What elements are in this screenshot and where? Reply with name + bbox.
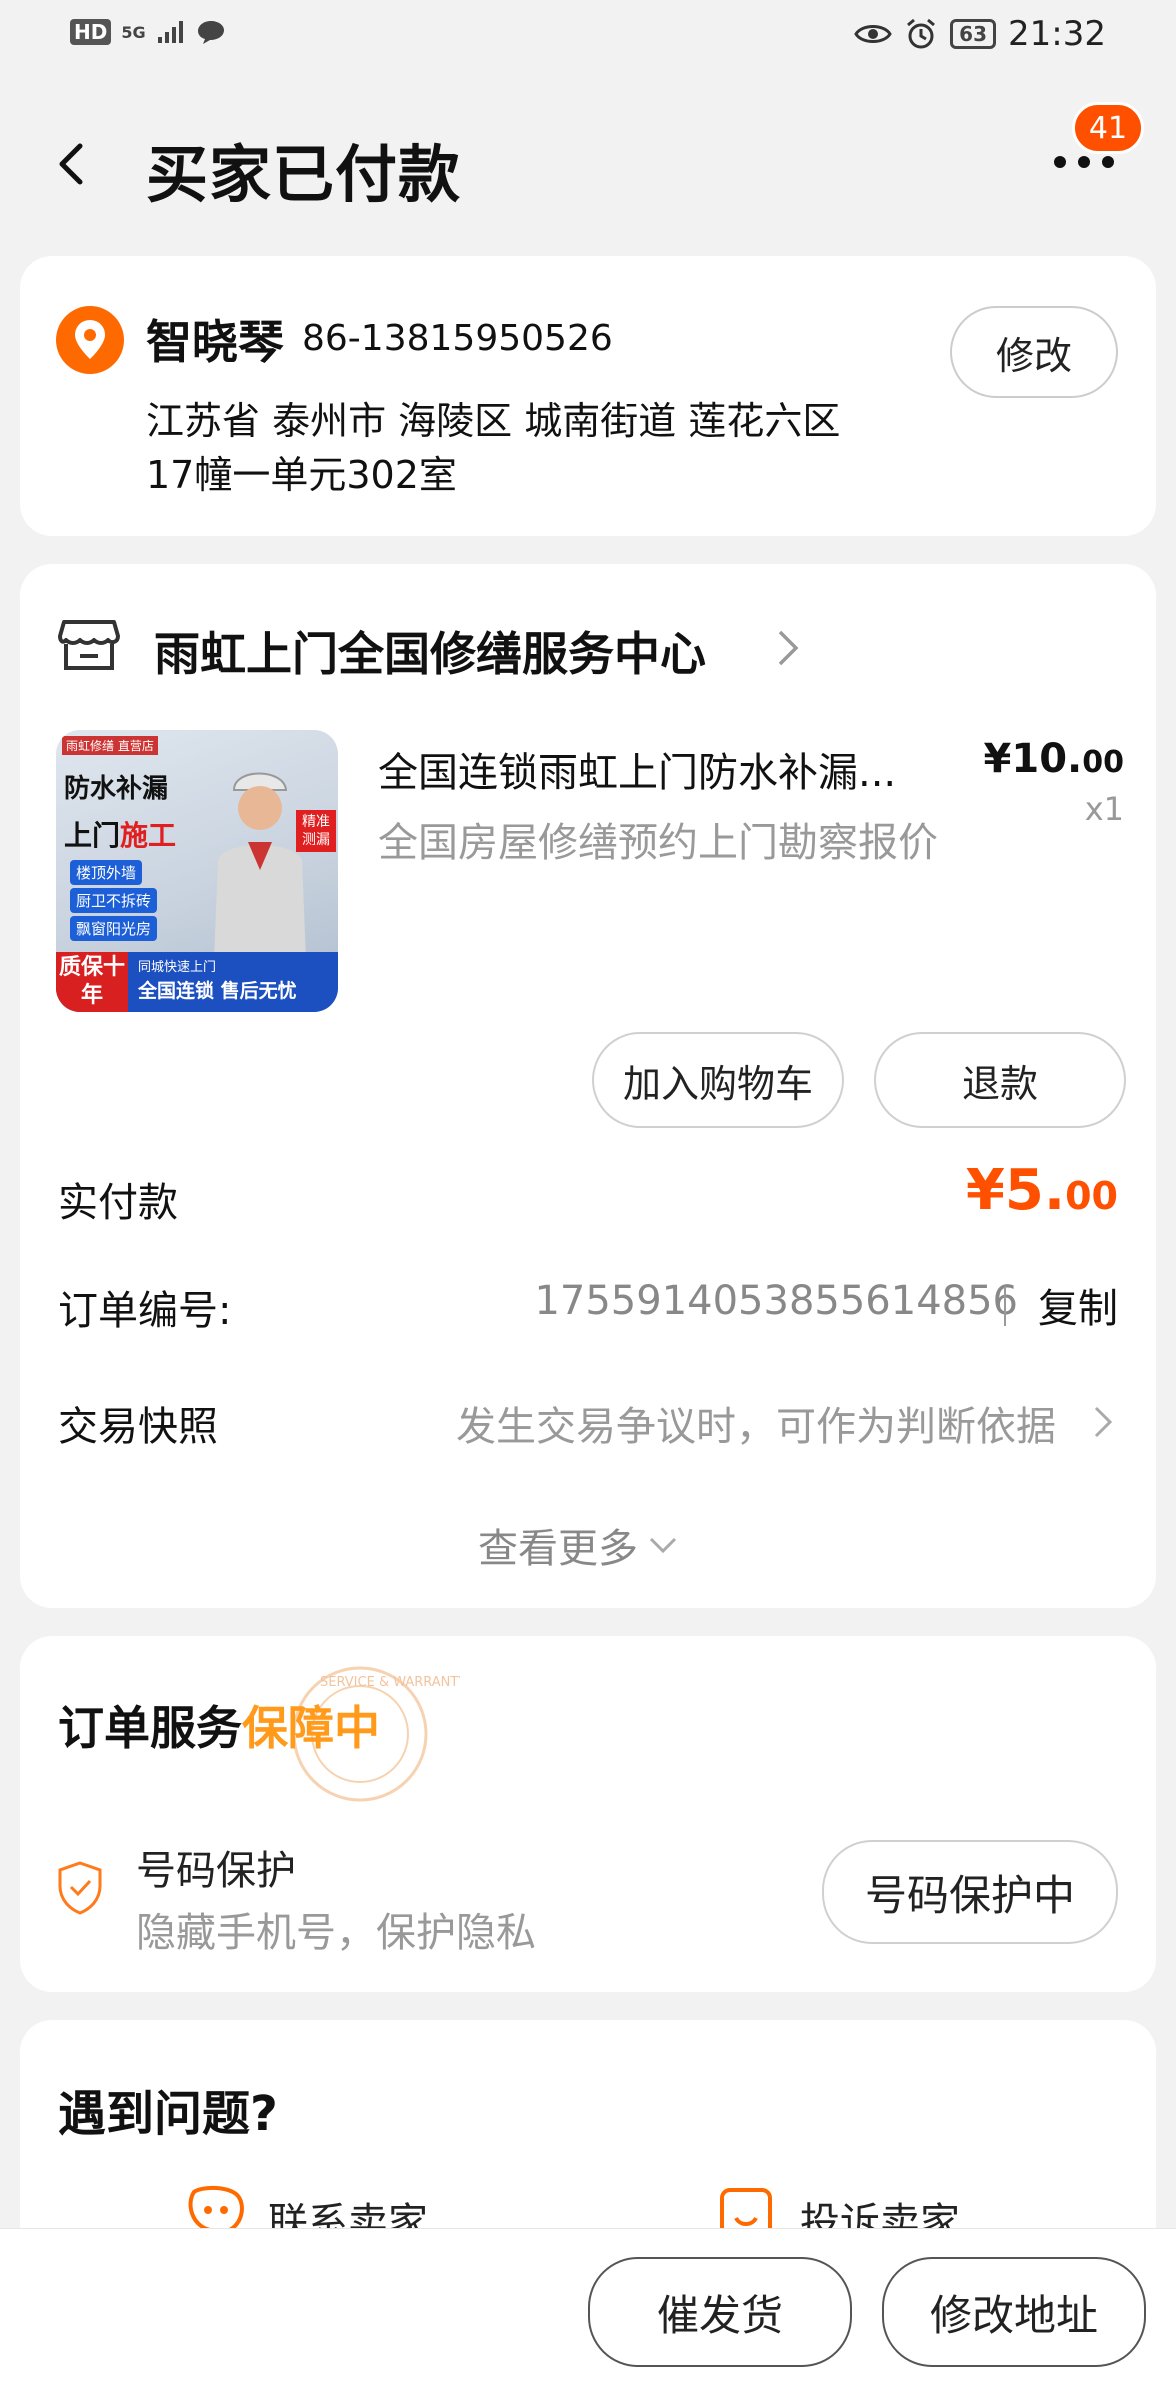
shop-name[interactable]: 雨虹上门全国修缮服务中心 [154, 618, 706, 684]
signal-icon [157, 21, 183, 43]
product-title[interactable]: 全国连锁雨虹上门防水补漏... [378, 740, 978, 798]
status-right: 63 21:32 [854, 14, 1106, 54]
image-tag: 厨卫不拆砖 [70, 888, 158, 913]
help-title: 遇到问题? [58, 2086, 278, 2142]
product-quantity: x1 [1084, 790, 1124, 828]
location-pin-icon [56, 306, 124, 374]
network-indicator: 5G [121, 22, 146, 42]
eye-icon [854, 25, 892, 43]
chevron-right-icon[interactable] [1092, 1404, 1114, 1440]
paid-label: 实付款 [58, 1180, 178, 1226]
image-top-label: 雨虹修缮 直营店 [62, 736, 158, 755]
order-card: 雨虹上门全国修缮服务中心 雨虹修缮 直营店 防水补漏 上门施工 楼顶外墙 厨卫不… [20, 564, 1156, 1608]
back-arrow-icon[interactable] [52, 140, 88, 188]
page-title: 买家已付款 [146, 138, 462, 211]
product-price: ¥10.00 [983, 736, 1124, 782]
snapshot-label[interactable]: 交易快照 [58, 1394, 218, 1452]
snapshot-hint[interactable]: 发生交易争议时，可作为判断依据 [456, 1394, 1056, 1452]
battery-indicator: 63 [950, 19, 997, 49]
alarm-icon [907, 18, 936, 49]
product-subtitle: 全国房屋修缮预约上门勘察报价 [378, 820, 938, 866]
number-protection-button[interactable]: 号码保护中 [822, 1840, 1118, 1944]
refund-button[interactable]: 退款 [874, 1032, 1126, 1128]
paid-amount: ¥5.00 [965, 1158, 1118, 1223]
image-headline-1: 防水补漏 [64, 774, 169, 804]
copy-order-number-button[interactable]: 复制 [1038, 1276, 1118, 1334]
clock: 21:32 [1008, 14, 1106, 54]
view-more-link[interactable]: 查看更多 [478, 1516, 678, 1574]
status-left: HD 5G [70, 18, 226, 46]
shield-check-icon [58, 1861, 102, 1915]
product-image[interactable]: 雨虹修缮 直营店 防水补漏 上门施工 楼顶外墙 厨卫不拆砖 飘窗阳光房 精准测漏… [56, 730, 338, 1012]
order-number: 1755914053855614856 [534, 1278, 1018, 1324]
address-line-2: 17幢一单元302室 [146, 453, 457, 497]
view-more-label: 查看更多 [478, 1526, 638, 1572]
add-to-cart-button[interactable]: 加入购物车 [592, 1032, 844, 1128]
change-address-button[interactable]: 修改地址 [882, 2257, 1146, 2367]
image-tag: 楼顶外墙 [70, 860, 143, 885]
number-protection-subtitle: 隐藏手机号，保护隐私 [136, 1910, 536, 1956]
address-line-1: 江苏省 泰州市 海陵区 城南街道 莲花六区 [146, 399, 841, 443]
status-bar: HD 5G 63 21:32 [0, 0, 1176, 72]
service-guarantee-card: SERVICE & WARRANTY 订单服务保障中 号码保护 隐藏手机号，保护… [20, 1636, 1156, 1992]
notification-badge: 41 [1072, 102, 1144, 154]
image-chain-text: 全国连锁 售后无忧 [138, 980, 297, 1002]
hd-indicator: HD [70, 19, 112, 45]
image-quality-tag: 质保十年 [56, 952, 128, 1012]
image-chain-small: 同城快速上门 [138, 960, 217, 975]
recipient-name: 智晓琴 [146, 315, 284, 369]
image-headline-2: 上门施工 [64, 819, 177, 852]
recipient-phone: 86-13815950526 [302, 318, 613, 359]
edit-address-button[interactable]: 修改 [950, 306, 1118, 398]
chevron-down-icon [649, 1537, 677, 1554]
worker-illustration [214, 772, 306, 960]
chevron-right-icon[interactable] [776, 628, 800, 668]
service-title: 订单服务保障中 [58, 1701, 380, 1755]
shop-icon [58, 620, 120, 670]
image-corner-tag: 精准测漏 [296, 810, 336, 852]
svg-text:SERVICE & WARRANTY: SERVICE & WARRANTY [320, 1675, 460, 1690]
urge-shipment-button[interactable]: 催发货 [588, 2257, 852, 2367]
divider [1004, 1286, 1006, 1326]
address-card: 智晓琴 86-13815950526 江苏省 泰州市 海陵区 城南街道 莲花六区… [20, 256, 1156, 536]
bottom-action-bar: 催发货 修改地址 [0, 2228, 1176, 2400]
number-protection-title: 号码保护 [136, 1848, 296, 1894]
order-number-label: 订单编号: [58, 1288, 232, 1334]
image-tag: 飘窗阳光房 [70, 916, 158, 941]
message-icon [197, 21, 224, 44]
